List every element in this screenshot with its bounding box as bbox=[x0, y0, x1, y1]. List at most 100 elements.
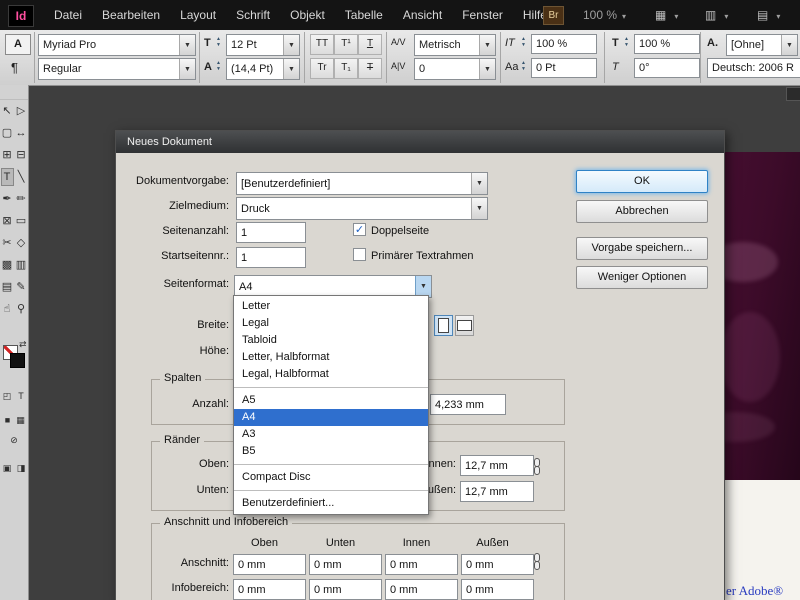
list-item-a5[interactable]: A5 bbox=[234, 392, 428, 409]
menu-schrift[interactable]: Schrift bbox=[226, 0, 280, 30]
stroke-swatch[interactable] bbox=[10, 353, 25, 368]
chevron-down-icon[interactable]: ▼ bbox=[179, 35, 195, 55]
horizontal-scale-field[interactable]: 100 % bbox=[634, 34, 700, 54]
character-style-select[interactable]: [Ohne] ▼ bbox=[726, 34, 798, 56]
strikethrough-button[interactable]: T bbox=[358, 58, 382, 79]
language-select[interactable]: Deutsch: 2006 R bbox=[707, 58, 800, 78]
cancel-button[interactable]: Abbrechen bbox=[576, 200, 708, 223]
list-item-a4-selected[interactable]: A4 bbox=[234, 409, 428, 426]
fewer-options-button[interactable]: Weniger Optionen bbox=[576, 266, 708, 289]
kerning-select[interactable]: Metrisch ▼ bbox=[414, 34, 496, 56]
menu-objekt[interactable]: Objekt bbox=[280, 0, 335, 30]
note-tool[interactable]: ▤ bbox=[1, 278, 14, 296]
facing-pages-checkbox[interactable]: ✓ bbox=[353, 223, 366, 236]
ok-button[interactable]: OK bbox=[576, 170, 708, 193]
margins-link-icon[interactable] bbox=[532, 458, 542, 478]
spin-down-icon[interactable]: ▼ bbox=[216, 42, 221, 48]
chevron-down-icon[interactable]: ▼ bbox=[479, 59, 495, 79]
zoom-level-select[interactable]: 100 % ▾ bbox=[583, 0, 626, 32]
slug-outside-field[interactable]: 0 mm bbox=[461, 579, 534, 600]
list-item-b5[interactable]: B5 bbox=[234, 443, 428, 460]
pen-tool[interactable]: ✒ bbox=[1, 190, 14, 208]
gradient-swatch-tool[interactable]: ▩ bbox=[1, 256, 14, 274]
spin-down-icon[interactable]: ▼ bbox=[521, 42, 526, 48]
leading-stepper[interactable]: ▲ ▼ bbox=[216, 60, 221, 72]
bleed-outside-field[interactable]: 0 mm bbox=[461, 554, 534, 575]
collapsed-panel-tab[interactable] bbox=[786, 87, 800, 101]
vertical-scale-stepper[interactable]: ▲ ▼ bbox=[521, 36, 526, 48]
intent-select[interactable]: Druck ▼ bbox=[236, 197, 488, 220]
bleed-bottom-field[interactable]: 0 mm bbox=[309, 554, 382, 575]
bridge-button[interactable]: Br bbox=[543, 6, 564, 25]
document-preset-select[interactable]: [Benutzerdefiniert] ▼ bbox=[236, 172, 488, 195]
chevron-down-icon[interactable]: ▼ bbox=[479, 35, 495, 55]
slug-bottom-field[interactable]: 0 mm bbox=[309, 579, 382, 600]
menu-layout[interactable]: Layout bbox=[170, 0, 226, 30]
page-tool[interactable]: ▢ bbox=[1, 124, 14, 142]
frame-tool[interactable]: ⊠ bbox=[1, 212, 14, 230]
save-preset-button[interactable]: Vorgabe speichern... bbox=[576, 237, 708, 260]
panel-grip[interactable] bbox=[0, 85, 28, 100]
direct-selection-tool[interactable]: ▷ bbox=[15, 102, 28, 120]
menu-bearbeiten[interactable]: Bearbeiten bbox=[92, 0, 170, 30]
formatting-affects-text[interactable]: T bbox=[15, 387, 28, 405]
normal-mode-button[interactable]: ▣ bbox=[1, 459, 14, 477]
list-item-legal-halbformat[interactable]: Legal, Halbformat bbox=[234, 366, 428, 383]
apply-color-button[interactable]: ■ bbox=[1, 411, 14, 429]
spin-down-icon[interactable]: ▼ bbox=[521, 66, 526, 72]
underline-button[interactable]: T bbox=[358, 34, 382, 55]
start-page-field[interactable]: 1 bbox=[236, 247, 306, 268]
list-item-benutzerdefiniert[interactable]: Benutzerdefiniert... bbox=[234, 495, 428, 512]
bleed-link-icon[interactable] bbox=[532, 553, 542, 573]
pages-field[interactable]: 1 bbox=[236, 222, 306, 243]
menu-datei[interactable]: Datei bbox=[44, 0, 92, 30]
margin-inside-field[interactable]: 12,7 mm bbox=[460, 455, 534, 476]
pencil-tool[interactable]: ✏ bbox=[15, 190, 28, 208]
eyedropper-tool[interactable]: ✎ bbox=[15, 278, 28, 296]
dialog-titlebar[interactable]: Neues Dokument bbox=[116, 131, 724, 153]
formatting-affects-container[interactable]: ◰ bbox=[1, 387, 14, 405]
subscript-button[interactable]: T₁ bbox=[334, 58, 358, 79]
slug-inside-field[interactable]: 0 mm bbox=[385, 579, 458, 600]
line-tool[interactable]: ╲ bbox=[15, 168, 28, 186]
leading-select[interactable]: (14,4 Pt) ▼ bbox=[226, 58, 300, 80]
superscript-button[interactable]: T¹ bbox=[334, 34, 358, 55]
menu-tabelle[interactable]: Tabelle bbox=[335, 0, 393, 30]
rectangle-tool[interactable]: ▭ bbox=[15, 212, 28, 230]
chevron-down-icon[interactable]: ▼ bbox=[781, 35, 797, 55]
gradient-feather-tool[interactable]: ▥ bbox=[15, 256, 28, 274]
font-size-stepper[interactable]: ▲ ▼ bbox=[216, 36, 221, 48]
tracking-select[interactable]: 0 ▼ bbox=[414, 58, 496, 80]
chevron-down-icon[interactable]: ▼ bbox=[283, 35, 299, 55]
font-family-select[interactable]: Myriad Pro ▼ bbox=[38, 34, 196, 56]
margin-outside-field[interactable]: 12,7 mm bbox=[460, 481, 534, 502]
spin-down-icon[interactable]: ▼ bbox=[216, 66, 221, 72]
horizontal-scale-stepper[interactable]: ▲ ▼ bbox=[624, 36, 629, 48]
skew-field[interactable]: 0° bbox=[634, 58, 700, 78]
list-item-compact-disc[interactable]: Compact Disc bbox=[234, 469, 428, 486]
menu-fenster[interactable]: Fenster bbox=[452, 0, 513, 30]
menu-ansicht[interactable]: Ansicht bbox=[393, 0, 452, 30]
preview-mode-button[interactable]: ◨ bbox=[15, 459, 28, 477]
baseline-shift-field[interactable]: 0 Pt bbox=[531, 58, 597, 78]
font-size-select[interactable]: 12 Pt ▼ bbox=[226, 34, 300, 56]
type-tool[interactable]: T bbox=[0, 168, 14, 186]
font-style-select[interactable]: Regular ▼ bbox=[38, 58, 196, 80]
list-item-letter-halbformat[interactable]: Letter, Halbformat bbox=[234, 349, 428, 366]
free-transform-tool[interactable]: ◇ bbox=[15, 234, 28, 252]
list-item-letter[interactable]: Letter bbox=[234, 298, 428, 315]
chevron-down-icon[interactable]: ▼ bbox=[471, 173, 487, 194]
screen-mode-widget[interactable]: ▥ ▾ bbox=[705, 7, 728, 24]
landscape-orientation-button[interactable] bbox=[455, 315, 474, 336]
all-caps-button[interactable]: TT bbox=[310, 34, 334, 55]
gap-tool[interactable]: ↔ bbox=[15, 124, 28, 142]
primary-text-frame-checkbox[interactable] bbox=[353, 248, 366, 261]
selection-tool[interactable]: ↖ bbox=[1, 102, 14, 120]
apply-gradient-button[interactable]: ▦ bbox=[14, 411, 27, 429]
portrait-orientation-button[interactable] bbox=[434, 315, 453, 336]
zoom-tool[interactable]: ⚲ bbox=[15, 300, 28, 318]
gutter-field[interactable]: 4,233 mm bbox=[430, 394, 506, 415]
character-formatting-icon[interactable]: A bbox=[5, 34, 31, 55]
baseline-stepper[interactable]: ▲ ▼ bbox=[521, 60, 526, 72]
bleed-top-field[interactable]: 0 mm bbox=[233, 554, 306, 575]
